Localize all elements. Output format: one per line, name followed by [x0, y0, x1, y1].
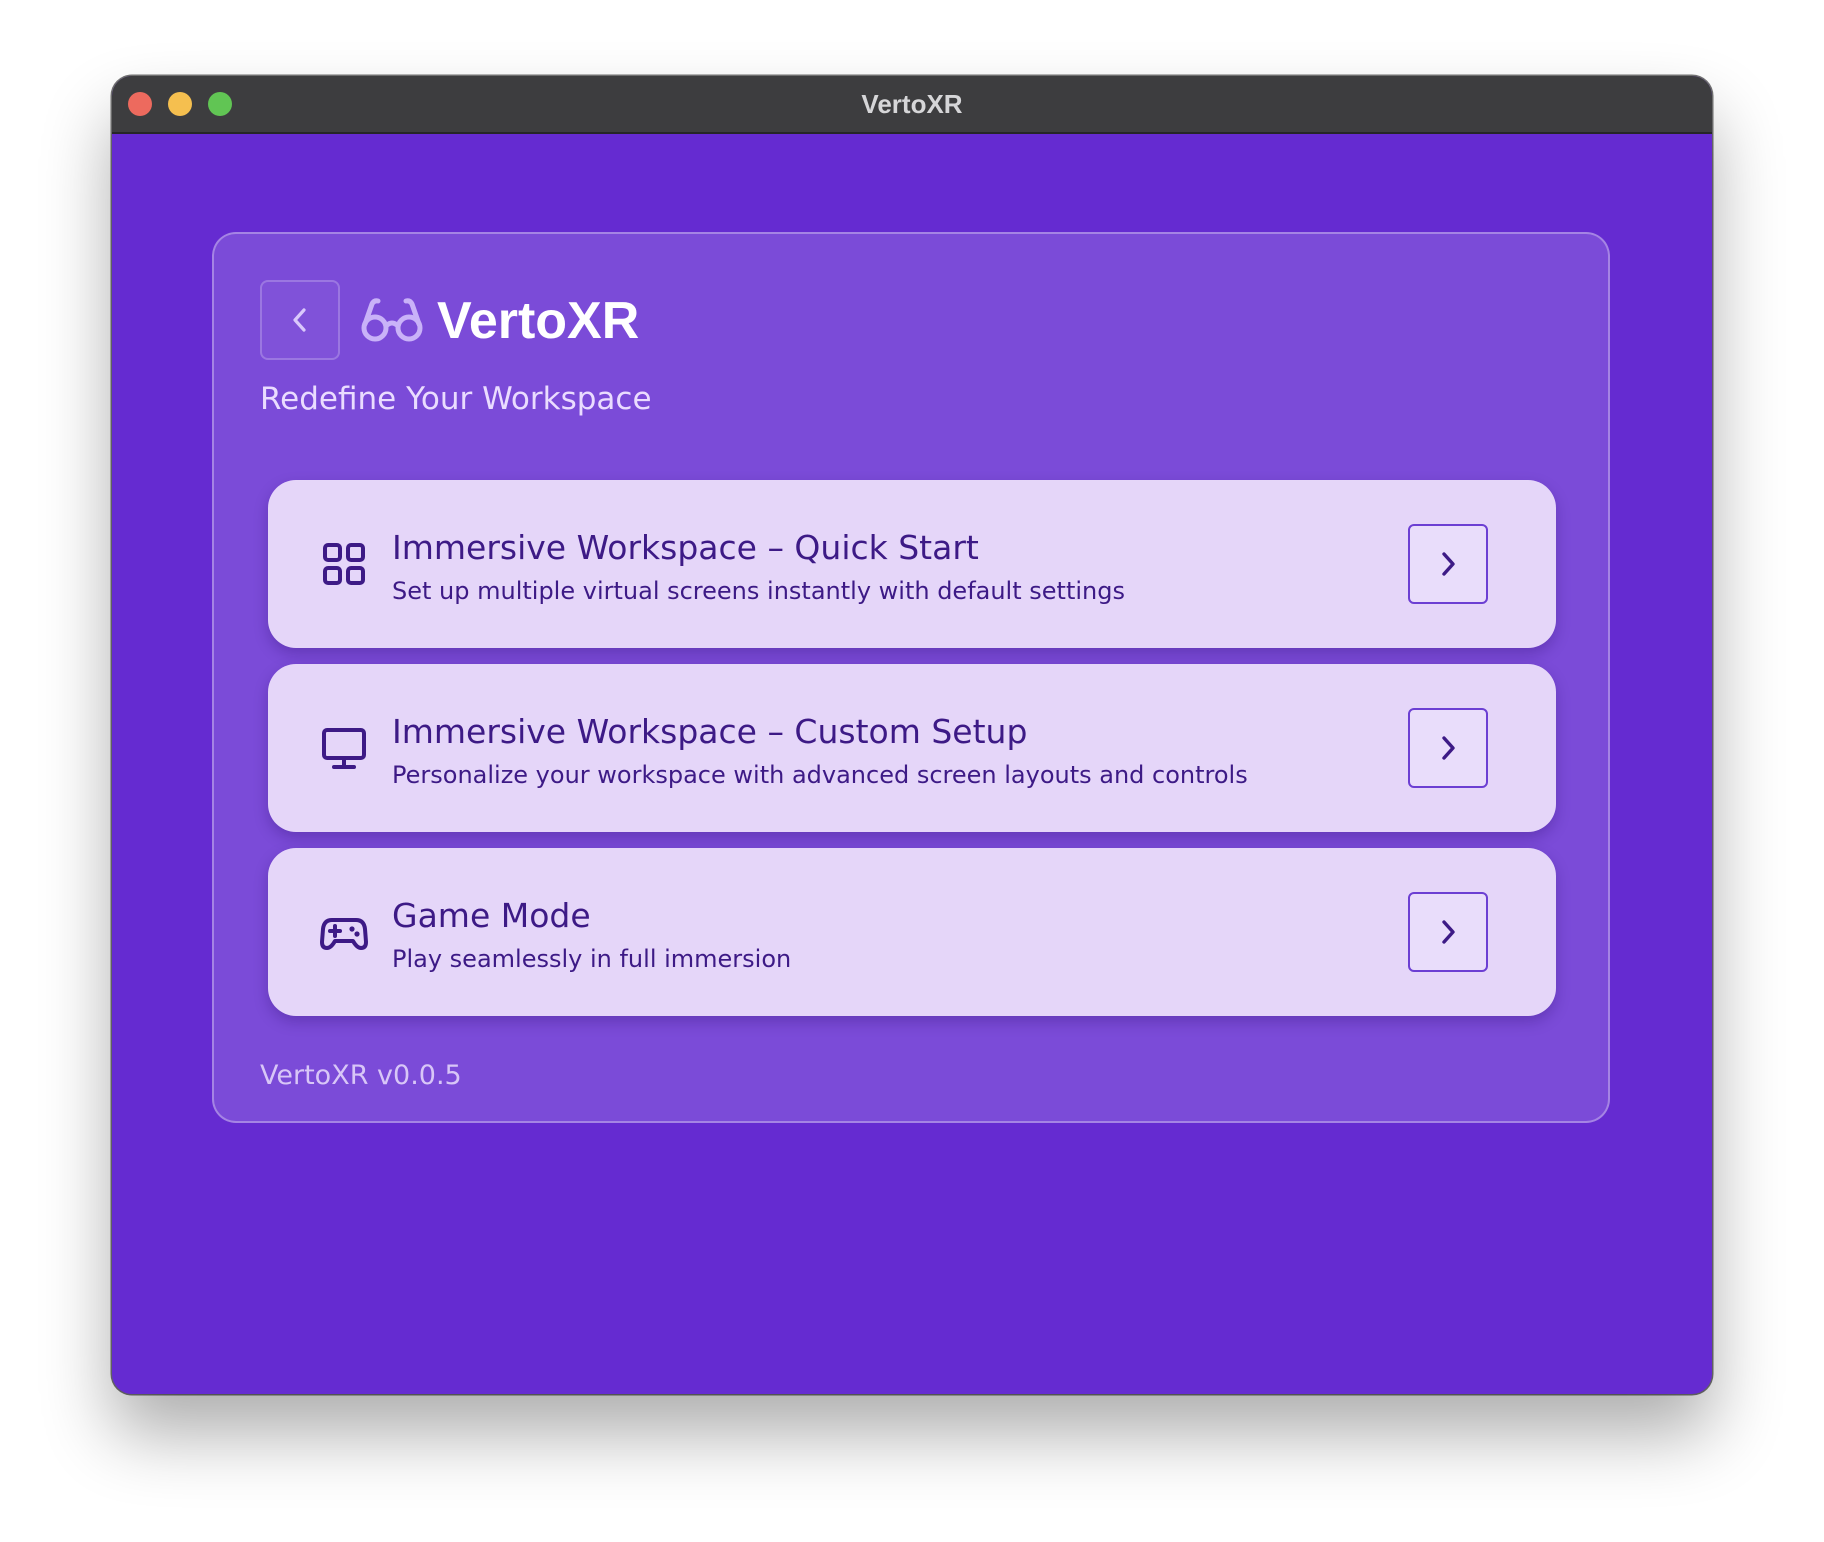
custom-setup-go-button[interactable]: [1408, 708, 1488, 788]
window-title: VertoXR: [861, 89, 963, 119]
app-window: VertoXR VertoXR Redefine Your Workspace: [112, 76, 1712, 1394]
option-title: Game Mode: [392, 896, 591, 935]
option-quick-start[interactable]: Immersive Workspace – Quick Start Set up…: [268, 480, 1556, 648]
option-description: Set up multiple virtual screens instantl…: [392, 577, 1125, 605]
game-mode-go-button[interactable]: [1408, 892, 1488, 972]
version-label: VertoXR v0.0.5: [260, 1060, 462, 1091]
monitor-icon: [322, 728, 366, 769]
grid-icon: [323, 543, 365, 585]
main-card: VertoXR Redefine Your Workspace Immersiv…: [212, 232, 1610, 1123]
option-custom-setup[interactable]: Immersive Workspace – Custom Setup Perso…: [268, 664, 1556, 832]
chevron-right-icon: [1442, 736, 1455, 760]
quick-start-go-button[interactable]: [1408, 524, 1488, 604]
option-description: Personalize your workspace with advanced…: [392, 761, 1248, 789]
chevron-right-icon: [1442, 552, 1455, 576]
option-title: Immersive Workspace – Quick Start: [392, 528, 979, 567]
option-game-mode[interactable]: Game Mode Play seamlessly in full immers…: [268, 848, 1556, 1016]
tagline: Redefine Your Workspace: [260, 381, 652, 417]
option-description: Play seamlessly in full immersion: [392, 945, 792, 973]
back-button[interactable]: [260, 280, 340, 360]
app-name: VertoXR: [437, 292, 640, 350]
option-title: Immersive Workspace – Custom Setup: [392, 712, 1028, 751]
chevron-right-icon: [1442, 920, 1455, 944]
chevron-left-icon: [293, 308, 306, 332]
glasses-icon: [361, 298, 423, 342]
gamepad-icon: [320, 918, 368, 950]
title-bar[interactable]: VertoXR: [112, 76, 1712, 134]
